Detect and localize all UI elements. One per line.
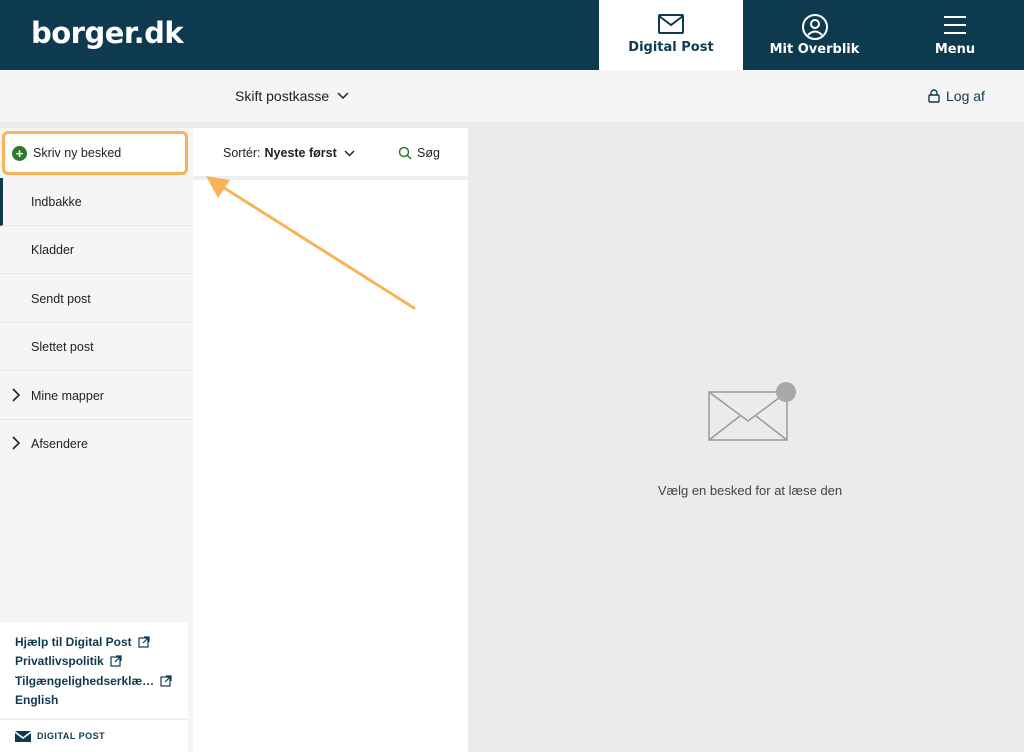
envelope-unread-icon (708, 382, 796, 441)
sort-value: Nyeste først (264, 146, 337, 160)
nav-label: Mit Overblik (769, 42, 860, 57)
external-link-icon (138, 636, 150, 648)
accessibility-link[interactable]: Tilgængelighedserklæ… (15, 671, 188, 691)
sidebar-item-label: Kladder (31, 242, 75, 257)
help-link[interactable]: Hjælp til Digital Post (15, 632, 188, 652)
privacy-link[interactable]: Privatlivspolitik (15, 652, 188, 672)
sidebar-item-kladder[interactable]: Kladder (0, 226, 193, 274)
nav-label: Digital Post (628, 40, 714, 55)
chevron-down-icon (344, 149, 355, 157)
annotation-arrow (206, 176, 416, 310)
logout-label: Log af (946, 88, 985, 104)
empty-state-text: Vælg en besked for at læse den (657, 483, 843, 498)
chevron-down-icon (337, 92, 349, 100)
nav-mit-overblik[interactable]: Mit Overblik (743, 0, 886, 70)
search-icon (398, 146, 412, 160)
sort-dropdown[interactable]: Sortér: Nyeste først (223, 146, 355, 160)
digital-post-brand-label: DIGITAL POST (37, 731, 106, 741)
privacy-link-label: Privatlivspolitik (15, 654, 104, 669)
compose-label: Skriv ny besked (33, 146, 122, 160)
search-button[interactable]: Søg (398, 146, 440, 160)
external-link-icon (160, 675, 172, 687)
borger-logo[interactable]: borger.dk (31, 16, 184, 50)
external-link-icon (110, 655, 122, 667)
sub-header (0, 70, 1024, 122)
switch-mailbox-label: Skift postkasse (235, 88, 330, 104)
nav-digital-post[interactable]: Digital Post (599, 0, 743, 70)
footer-links: Hjælp til Digital Post Privatlivspolitik… (0, 622, 188, 718)
lock-icon (928, 89, 940, 103)
sidebar-item-label: Mine mapper (31, 388, 104, 403)
sidebar-item-label: Indbakke (31, 194, 82, 209)
sidebar-item-mine-mapper[interactable]: Mine mapper (0, 372, 193, 420)
nav-label: Menu (934, 42, 976, 57)
sidebar-item-indbakke[interactable]: Indbakke (0, 178, 193, 226)
sort-label: Sortér: (223, 146, 261, 160)
nav-menu[interactable]: Menu (886, 0, 1024, 70)
envelope-icon (658, 14, 684, 34)
top-header: borger.dk Digital Post Mit Overblik Menu (0, 0, 1024, 70)
sidebar-item-afsendere[interactable]: Afsendere (0, 420, 193, 468)
english-link[interactable]: English (15, 691, 188, 711)
hamburger-icon (944, 16, 966, 34)
sidebar-item-label: Afsendere (31, 437, 88, 451)
search-label: Søg (417, 146, 440, 160)
sidebar-item-sendt-post[interactable]: Sendt post (0, 275, 193, 323)
logout-button[interactable]: Log af (928, 88, 985, 104)
chevron-right-icon (12, 388, 20, 402)
digital-post-brand: DIGITAL POST (0, 719, 188, 752)
switch-mailbox-button[interactable]: Skift postkasse (235, 88, 349, 104)
user-icon (801, 14, 828, 40)
plus-icon: + (12, 145, 27, 161)
sidebar-item-slettet-post[interactable]: Slettet post (0, 323, 193, 371)
chevron-right-icon (12, 436, 20, 450)
accessibility-link-label: Tilgængelighedserklæ… (15, 673, 155, 688)
english-link-label: English (15, 693, 59, 708)
digital-post-logo-icon (15, 730, 31, 742)
sidebar-item-label: Slettet post (31, 339, 94, 354)
sidebar-item-label: Sendt post (31, 291, 91, 306)
compose-button[interactable]: + Skriv ny besked (2, 131, 188, 175)
help-link-label: Hjælp til Digital Post (15, 634, 132, 649)
